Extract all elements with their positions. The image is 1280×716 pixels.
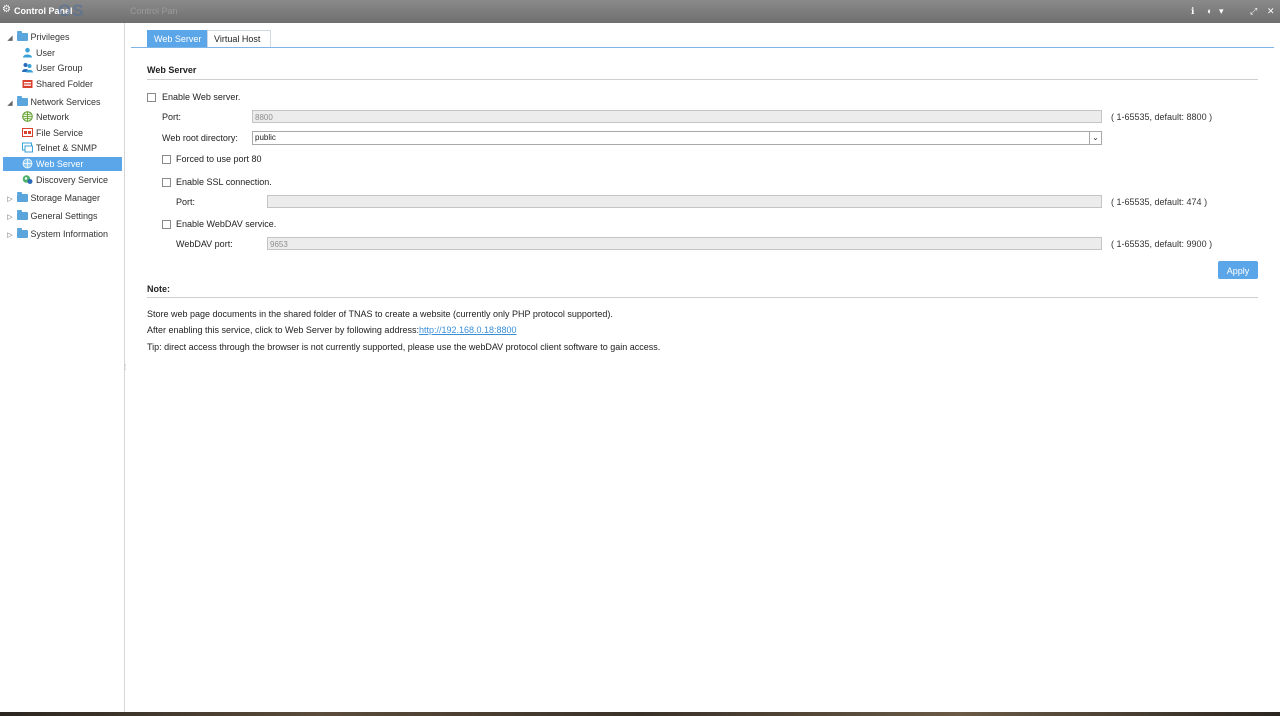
info-icon[interactable]: ℹ: [1191, 6, 1194, 17]
sidebar-splitter-handle[interactable]: ⁞: [124, 364, 127, 372]
globe-icon: [22, 111, 33, 122]
sidebar-group-label: Storage Manager: [30, 193, 101, 203]
sidebar-item-user[interactable]: User: [22, 46, 55, 60]
expanded-arrow-icon[interactable]: ◢: [6, 97, 14, 111]
sidebar-group-label: General Settings: [30, 211, 98, 221]
ssl-port-label: Port:: [176, 197, 196, 207]
sidebar-item-label: Telnet & SNMP: [36, 143, 98, 153]
sidebar-item-label: File Service: [36, 128, 84, 138]
sidebar-item-label: Discovery Service: [36, 175, 109, 185]
tab-web-server[interactable]: Web Server: [147, 30, 211, 48]
sidebar-item-discovery-service[interactable]: Discovery Service: [22, 173, 108, 187]
user-group-icon: [22, 63, 33, 73]
webdav-port-label: WebDAV port:: [176, 239, 233, 249]
discovery-icon: [22, 175, 33, 184]
ssl-port-input[interactable]: [267, 195, 1102, 208]
section-divider: [147, 79, 1258, 80]
sidebar-item-telnet-snmp[interactable]: Telnet & SNMP: [22, 141, 97, 155]
desktop-logo: OS: [58, 1, 85, 20]
web-server-address-link[interactable]: http://192.168.0.18:8800: [419, 325, 517, 335]
sidebar-item-shared-folder[interactable]: Shared Folder: [22, 77, 93, 91]
port-hint: ( 1-65535, default: 8800 ): [1111, 112, 1213, 122]
section-title-web-server: Web Server: [147, 65, 197, 75]
web-server-icon: [22, 158, 33, 169]
chevron-down-icon[interactable]: ▾: [1219, 6, 1224, 17]
web-root-directory-select[interactable]: public ⌄: [252, 131, 1102, 145]
sidebar-item-label: Network: [36, 112, 70, 122]
enable-ssl-label: Enable SSL connection.: [176, 177, 272, 187]
user-icon: [23, 47, 32, 58]
sidebar-item-label: User Group: [36, 63, 83, 73]
tab-divider: [131, 47, 1274, 48]
sidebar-group-label: Network Services: [30, 97, 101, 107]
background-window-tab: Control Pan: [130, 6, 178, 16]
folder-icon: [16, 192, 28, 202]
maximize-icon[interactable]: ⤢: [1250, 6, 1257, 17]
folder-icon: [16, 210, 28, 220]
enable-ssl-checkbox[interactable]: [162, 178, 171, 187]
shared-folder-icon: [22, 80, 33, 88]
web-root-directory-value: public: [255, 133, 276, 142]
sidebar-group-privileges[interactable]: ◢ Privileges: [6, 30, 70, 44]
web-root-directory-label: Web root directory:: [162, 133, 238, 143]
enable-web-server-label: Enable Web server.: [162, 92, 241, 102]
sidebar-item-file-service[interactable]: File Service: [22, 126, 83, 140]
sidebar-group-label: Privileges: [30, 32, 70, 42]
note-line-2-text: After enabling this service, click to We…: [147, 325, 419, 335]
webdav-port-hint: ( 1-65535, default: 9900 ): [1111, 239, 1213, 249]
ssl-port-hint: ( 1-65535, default: 474 ): [1111, 197, 1208, 207]
enable-webdav-checkbox[interactable]: [162, 220, 171, 229]
collapsed-arrow-icon[interactable]: ▷: [6, 211, 14, 225]
file-service-icon: [22, 128, 33, 137]
sidebar-group-label: System Information: [30, 229, 109, 239]
sidebar-item-web-server[interactable]: Web Server: [3, 157, 122, 171]
forced-port-80-checkbox[interactable]: [162, 155, 171, 164]
expanded-arrow-icon[interactable]: ◢: [6, 32, 14, 46]
chevron-down-icon[interactable]: ⌄: [1089, 132, 1101, 144]
note-title: Note:: [147, 284, 170, 294]
sidebar-group-general-settings[interactable]: ▷ General Settings: [6, 209, 98, 223]
main-panel: Web Server Virtual Host Web Server Enabl…: [131, 23, 1274, 712]
folder-icon: [16, 228, 28, 238]
help-icon[interactable]: ◐: [1207, 6, 1212, 16]
note-line-3: Tip: direct access through the browser i…: [147, 342, 661, 352]
sidebar-item-network[interactable]: Network: [22, 110, 69, 124]
port-label: Port:: [162, 112, 182, 122]
desktop-wallpaper-strip: [0, 712, 1280, 716]
apply-button[interactable]: Apply: [1218, 261, 1258, 279]
sidebar-item-label: Shared Folder: [36, 79, 94, 89]
gear-icon: ⚙: [2, 4, 11, 15]
close-icon[interactable]: ✕: [1267, 6, 1275, 17]
terminal-icon: [22, 142, 33, 153]
collapsed-arrow-icon[interactable]: ▷: [6, 229, 14, 243]
webdav-port-input[interactable]: 9653: [267, 237, 1102, 250]
enable-web-server-checkbox[interactable]: [147, 93, 156, 102]
note-line-1: Store web page documents in the shared f…: [147, 309, 613, 319]
title-bar: ⚙ Control Panel OS Control Pan ℹ ◐ ▾ ⤢ ✕: [0, 0, 1280, 23]
port-input[interactable]: 8800: [252, 110, 1102, 123]
note-divider: [147, 297, 1258, 298]
sidebar-item-user-group[interactable]: User Group: [22, 61, 83, 75]
sidebar-group-system-information[interactable]: ▷ System Information: [6, 227, 108, 241]
folder-icon: [16, 31, 28, 41]
sidebar-group-network-services[interactable]: ◢ Network Services: [6, 95, 101, 109]
folder-icon: [16, 96, 28, 106]
forced-port-80-label: Forced to use port 80: [176, 154, 262, 164]
tab-virtual-host[interactable]: Virtual Host: [207, 30, 271, 48]
note-line-2: After enabling this service, click to We…: [147, 325, 517, 335]
collapsed-arrow-icon[interactable]: ▷: [6, 193, 14, 207]
sidebar-item-label: Web Server: [36, 159, 84, 169]
sidebar: ◢ Privileges User User Group Shared Fold…: [0, 23, 125, 712]
enable-webdav-label: Enable WebDAV service.: [176, 219, 277, 229]
sidebar-group-storage-manager[interactable]: ▷ Storage Manager: [6, 191, 100, 205]
sidebar-item-label: User: [36, 48, 56, 58]
